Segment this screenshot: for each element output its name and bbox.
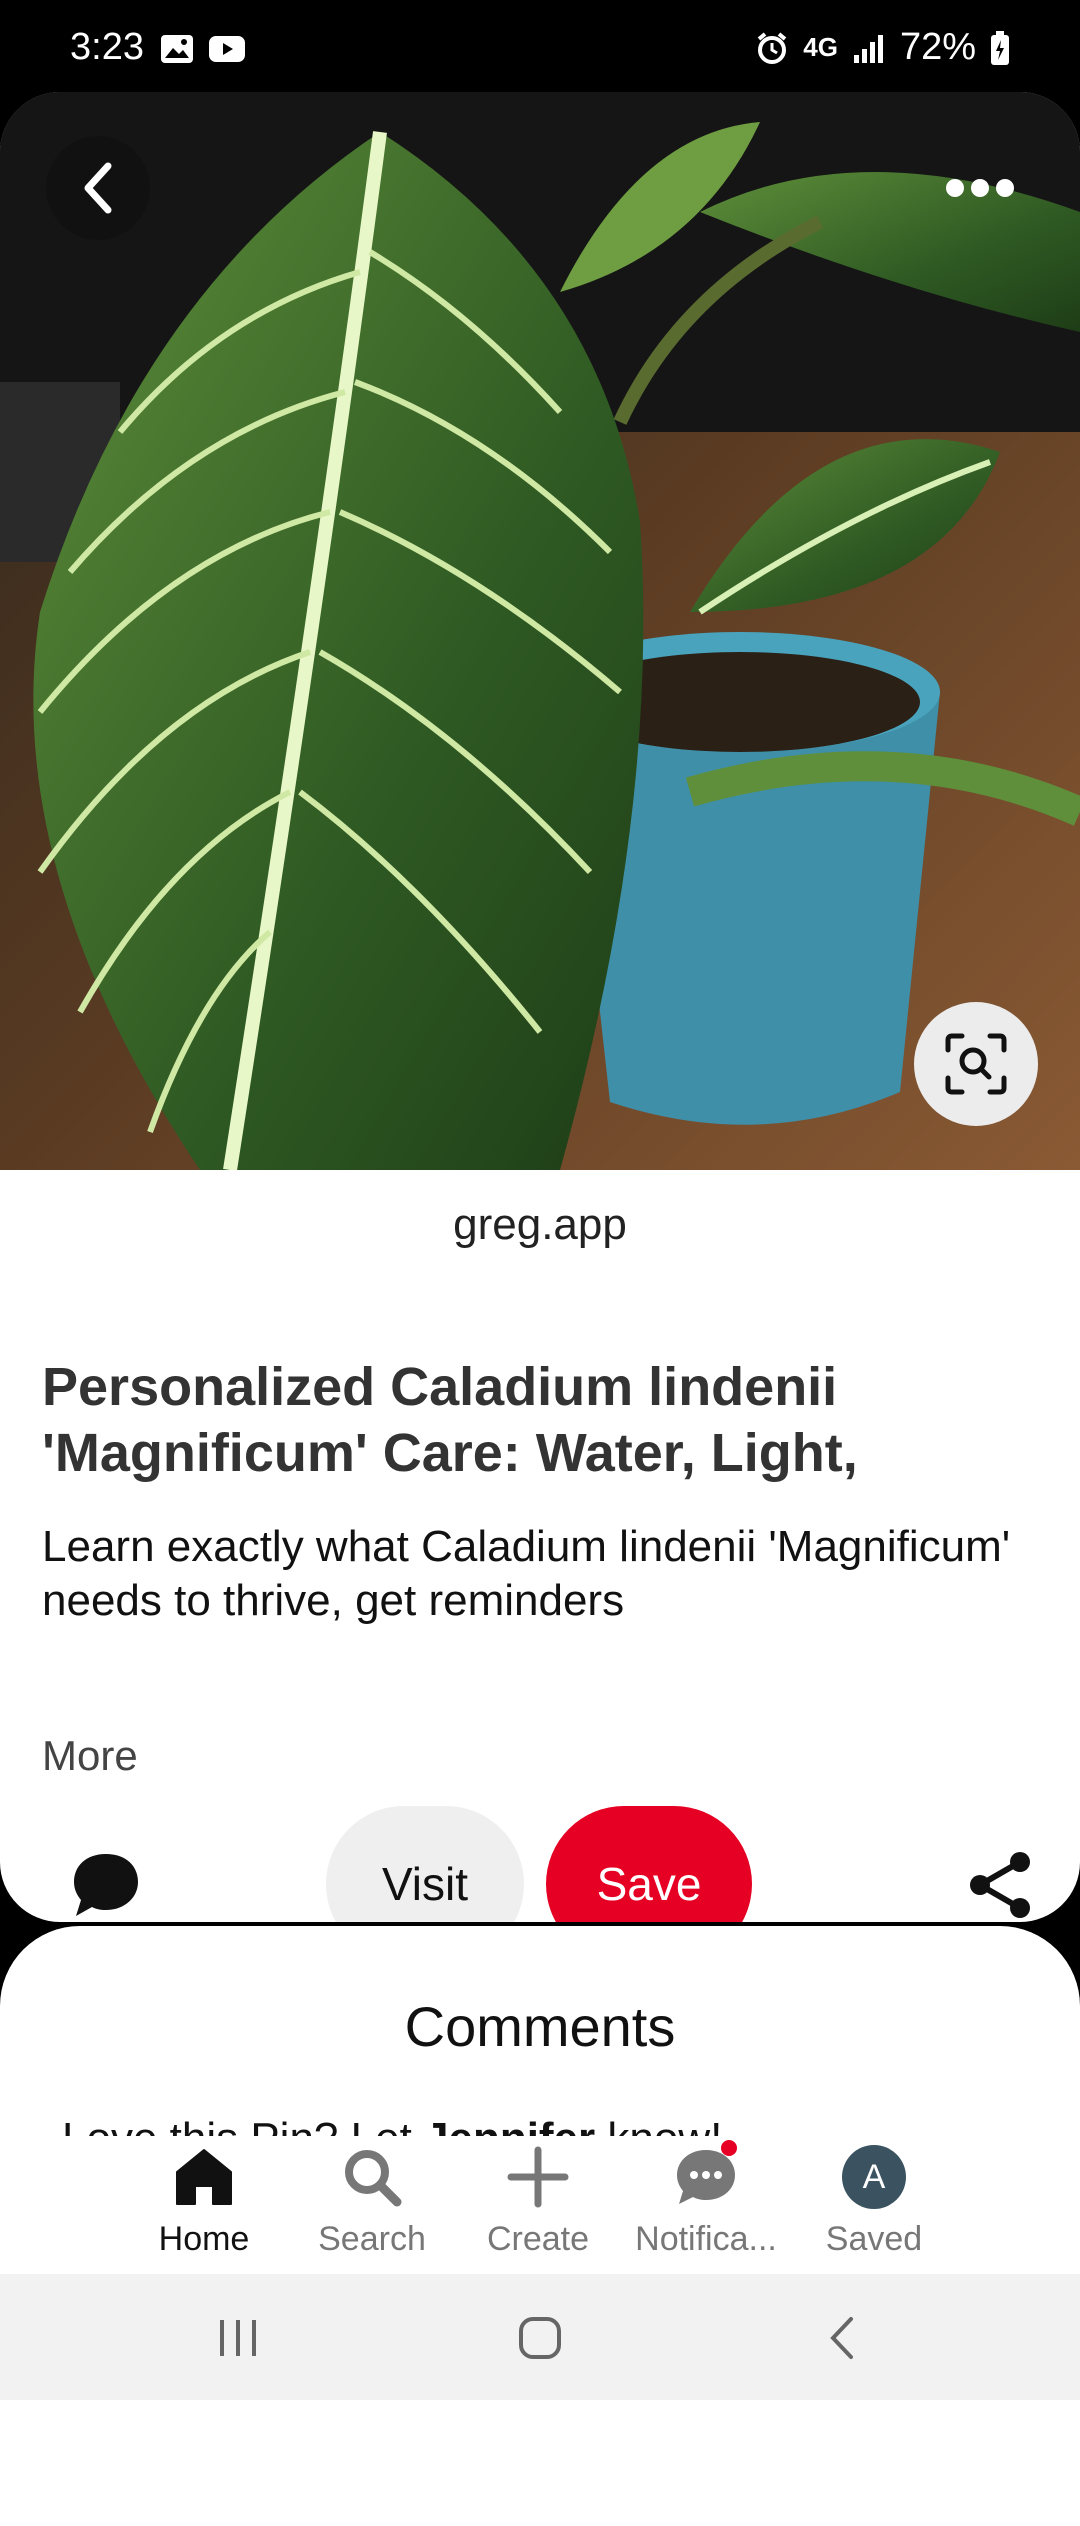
- home-square-icon: [519, 2317, 561, 2359]
- battery-icon: [991, 30, 1009, 65]
- nav-saved[interactable]: A Saved: [784, 2142, 964, 2259]
- back-chevron-icon: [830, 2317, 853, 2359]
- comments-title: Comments: [404, 1995, 676, 2058]
- avatar: A: [842, 2145, 906, 2209]
- more-link[interactable]: More: [42, 1732, 138, 1780]
- save-button[interactable]: Save: [546, 1806, 752, 1922]
- search-icon: [345, 2150, 402, 2207]
- pin-description: Learn exactly what Caladium lindenii 'Ma…: [42, 1522, 1011, 1625]
- pin-card: greg.app Personalized Caladium lindenii …: [0, 92, 1080, 1922]
- status-bar: 3:23 4G 72%: [0, 0, 1080, 92]
- pin-image[interactable]: [0, 92, 1080, 1170]
- nav-create-label: Create: [486, 2220, 590, 2258]
- nav-create[interactable]: Create: [448, 2142, 628, 2259]
- nav-saved-label: Saved: [825, 2220, 923, 2258]
- home-system-button[interactable]: [510, 2308, 570, 2368]
- pin-actions: Visit Save: [0, 1806, 1080, 1922]
- recent-apps-icon: [220, 2320, 256, 2356]
- nav-notifications[interactable]: Notifica...: [616, 2140, 796, 2259]
- lens-search-icon: [945, 1033, 1007, 1095]
- pin-title: Personalized Caladium lindenii 'Magnific…: [42, 1357, 858, 1483]
- nav-home-label: Home: [158, 2220, 250, 2258]
- visit-button[interactable]: Visit: [326, 1806, 524, 1922]
- more-dots-icon: [946, 179, 1014, 197]
- nav-home[interactable]: Home: [114, 2142, 294, 2259]
- nav-search[interactable]: Search: [282, 2142, 462, 2259]
- comment-button[interactable]: [68, 1846, 144, 1922]
- plant-photo: [0, 92, 1080, 1170]
- pin-source-domain[interactable]: greg.app: [0, 1200, 1080, 1250]
- visual-search-button[interactable]: [914, 1002, 1038, 1126]
- battery-percent: 72%: [899, 26, 976, 68]
- back-button[interactable]: [46, 136, 150, 240]
- notification-dot: [721, 2140, 737, 2156]
- comment-bubble-icon: [74, 1854, 138, 1916]
- nav-search-label: Search: [318, 2220, 426, 2258]
- gallery-icon: [161, 35, 193, 63]
- home-icon: [176, 2149, 232, 2205]
- alarm-icon: [757, 31, 787, 64]
- youtube-icon: [209, 36, 245, 62]
- signal-icon: [853, 34, 883, 63]
- network-type: 4G: [803, 32, 838, 62]
- nav-notifications-label: Notifica...: [635, 2220, 777, 2258]
- status-time: 3:23: [70, 26, 144, 68]
- plus-icon: [507, 2146, 569, 2208]
- status-right: 4G 72%: [755, 26, 1010, 69]
- recent-apps-button[interactable]: [208, 2308, 268, 2368]
- share-icon: [970, 1852, 1030, 1918]
- system-nav-bar: [0, 2274, 1080, 2400]
- more-options-button[interactable]: [920, 136, 1040, 240]
- back-arrow-icon: [84, 162, 112, 214]
- share-button[interactable]: [966, 1850, 1036, 1920]
- status-notification-icons: [160, 34, 246, 64]
- bottom-nav: Home Search Create Notifica... A Saved: [0, 2136, 1080, 2274]
- back-system-button[interactable]: [812, 2308, 872, 2368]
